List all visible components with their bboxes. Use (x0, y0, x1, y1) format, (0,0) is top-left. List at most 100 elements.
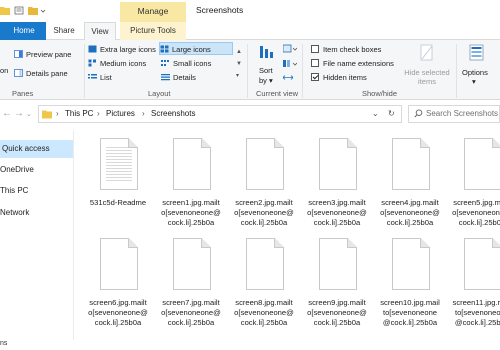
refresh-icon[interactable]: ↻ (388, 109, 395, 118)
options-icon[interactable] (469, 44, 485, 64)
small-icons-label: Small icons (173, 59, 212, 68)
tab-view[interactable]: View (84, 22, 116, 41)
file-item[interactable]: screen2.jpg.mailt o[sevenoneone@ cock.li].… (226, 128, 302, 228)
new-folder-icon[interactable] (28, 6, 38, 15)
nav-item-onedrive[interactable]: OneDrive (0, 161, 73, 179)
nav-item-label: Network (0, 208, 30, 217)
breadcrumb-pictures[interactable]: Pictures (106, 109, 135, 118)
nav-item-label: Quick access (2, 144, 50, 153)
item-check-boxes-toggle[interactable]: Item check boxes (311, 43, 381, 56)
file-name-extensions-toggle[interactable]: File name extensions (311, 57, 394, 70)
file-item[interactable]: screen8.jpg.mailt o[sevenoneone@ cock.li].… (226, 228, 302, 328)
nav-item-label: OneDrive (0, 165, 34, 174)
divider (247, 44, 248, 98)
large-icons-option[interactable]: Large icons (159, 42, 233, 55)
details-pane-icon (14, 68, 23, 77)
file-item[interactable]: screen10.jpg.mail to[sevenoneone @cock.li]… (372, 228, 448, 328)
forward-arrow-icon[interactable]: → (14, 108, 24, 119)
tab-share[interactable]: Share (48, 22, 80, 40)
layout-group-label: Layout (148, 89, 171, 98)
item-check-boxes-label: Item check boxes (323, 45, 382, 54)
file-icon (464, 238, 500, 290)
ribbon: on Preview pane Details pane Panes Extra… (0, 40, 500, 100)
nav-item-quick-access[interactable]: Quick access (0, 140, 73, 158)
extra-large-icons-option[interactable]: Extra large icons (88, 43, 156, 56)
sort-by-button[interactable]: Sort by ▾ (259, 66, 273, 86)
file-name: 531c5d-Readme (89, 198, 147, 207)
title-bar: Manage Screenshots (0, 0, 500, 22)
navigation-pane: Quick access OneDrive This PC Network (0, 130, 74, 340)
file-item[interactable]: screen6.jpg.mailt o[sevenoneone@ cock.li].… (80, 228, 156, 328)
folder-icon (42, 109, 52, 121)
details-pane-label: Details pane (26, 69, 68, 78)
group-by-icon[interactable] (282, 44, 298, 56)
file-icon (464, 138, 500, 190)
preview-pane-label: Preview pane (26, 50, 72, 59)
properties-icon[interactable] (14, 6, 24, 15)
large-icons-icon (160, 44, 169, 53)
file-name: screen2.jpg.mailt o[sevenoneone@ cock.li].… (234, 198, 294, 227)
details-pane-button[interactable]: Details pane (14, 67, 68, 80)
file-item[interactable]: screen9.jpg.mailt o[sevenoneone@ cock.li].… (299, 228, 375, 328)
address-field[interactable]: › This PC › Pictures › Screenshots ⌄ ↻ (38, 105, 402, 123)
qat-dropdown-icon[interactable] (40, 6, 46, 15)
chevron-right-icon[interactable]: › (97, 109, 100, 118)
nav-item-this-pc[interactable]: This PC (0, 182, 73, 200)
sort-icon[interactable] (258, 44, 274, 64)
file-name: screen1.jpg.mailt o[sevenoneone@ cock.li].… (161, 198, 221, 227)
back-arrow-icon[interactable]: ← (2, 108, 12, 119)
small-icons-option[interactable]: Small icons (161, 57, 211, 70)
file-item[interactable]: screen7.jpg.mailt o[sevenoneone@ cock.li].… (153, 228, 229, 328)
file-item[interactable]: screen11.jpg.mailto[sevenoneone@cock.li]… (444, 228, 500, 328)
address-dropdown-icon[interactable]: ⌄ (372, 109, 379, 118)
nav-item-network[interactable]: Network (0, 204, 73, 222)
tab-picture-tools[interactable]: Picture Tools (120, 22, 186, 40)
list-option[interactable]: List (88, 71, 112, 84)
file-name: screen11.jpg.mailto[sevenoneone@cock.li]… (452, 298, 500, 327)
window-title: Screenshots (196, 5, 244, 15)
file-icon (392, 138, 430, 190)
tab-home[interactable]: Home (8, 22, 40, 40)
small-icons-icon (161, 58, 170, 66)
details-icon (161, 72, 170, 81)
recent-locations-icon[interactable]: ⌄ (26, 110, 32, 118)
file-name: screen4.jpg.mailt o[sevenoneone@ cock.li].… (380, 198, 440, 227)
add-columns-icon[interactable] (283, 59, 298, 71)
search-placeholder: Search Screenshots (426, 109, 499, 118)
hidden-items-toggle[interactable]: Hidden items (311, 71, 367, 84)
layout-scroll-arrows[interactable]: ▲ ▼ ▾ (236, 46, 242, 82)
file-name: screen3.jpg.mailt o[sevenoneone@ cock.li].… (307, 198, 367, 227)
item-check-boxes-checkbox[interactable] (311, 45, 319, 53)
medium-icons-option[interactable]: Medium icons (88, 57, 146, 70)
file-icon (319, 238, 357, 290)
file-item[interactable]: screen4.jpg.mailt o[sevenoneone@ cock.li].… (372, 128, 448, 228)
folder-icon[interactable] (0, 6, 10, 15)
file-item[interactable]: screen3.jpg.mailt o[sevenoneone@ cock.li].… (299, 128, 375, 228)
chevron-right-icon[interactable]: › (142, 109, 145, 118)
chevron-right-icon[interactable]: › (56, 109, 59, 118)
breadcrumb-screenshots[interactable]: Screenshots (151, 109, 195, 118)
details-option[interactable]: Details (161, 71, 196, 84)
medium-icons-icon (88, 58, 97, 67)
hidden-items-checkbox[interactable] (311, 73, 319, 81)
preview-pane-button[interactable]: Preview pane (14, 48, 71, 61)
size-columns-icon[interactable] (282, 73, 294, 84)
file-item[interactable]: screen5.jpg.mailto[sevenoneone@cock.li].… (444, 128, 500, 228)
panes-group-label: Panes (12, 89, 34, 98)
search-box[interactable]: Search Screenshots (408, 105, 500, 123)
file-item[interactable]: screen1.jpg.mailt o[sevenoneone@ cock.li].… (153, 128, 229, 228)
file-item[interactable]: 531c5d-Readme (80, 128, 156, 228)
breadcrumb-this-pc[interactable]: This PC (65, 109, 93, 118)
ribbon-tabs: Home Share View Picture Tools (0, 22, 500, 41)
manage-context-tab[interactable]: Manage (120, 2, 186, 22)
file-name-extensions-checkbox[interactable] (311, 59, 319, 67)
file-icon (100, 238, 138, 290)
hide-selected-items-button[interactable]: Hide selected items (402, 68, 452, 86)
file-list: 531c5d-Readme screen1.jpg.mailt o[sevenon… (78, 128, 500, 340)
options-button[interactable]: Options ▾ (462, 68, 488, 86)
file-name: screen10.jpg.mail to[sevenoneone @cock.li]… (380, 298, 440, 327)
nav-item-label: This PC (0, 186, 29, 195)
file-icon (173, 238, 211, 290)
navigation-pane-button[interactable]: on (0, 64, 8, 77)
file-icon (392, 238, 430, 290)
